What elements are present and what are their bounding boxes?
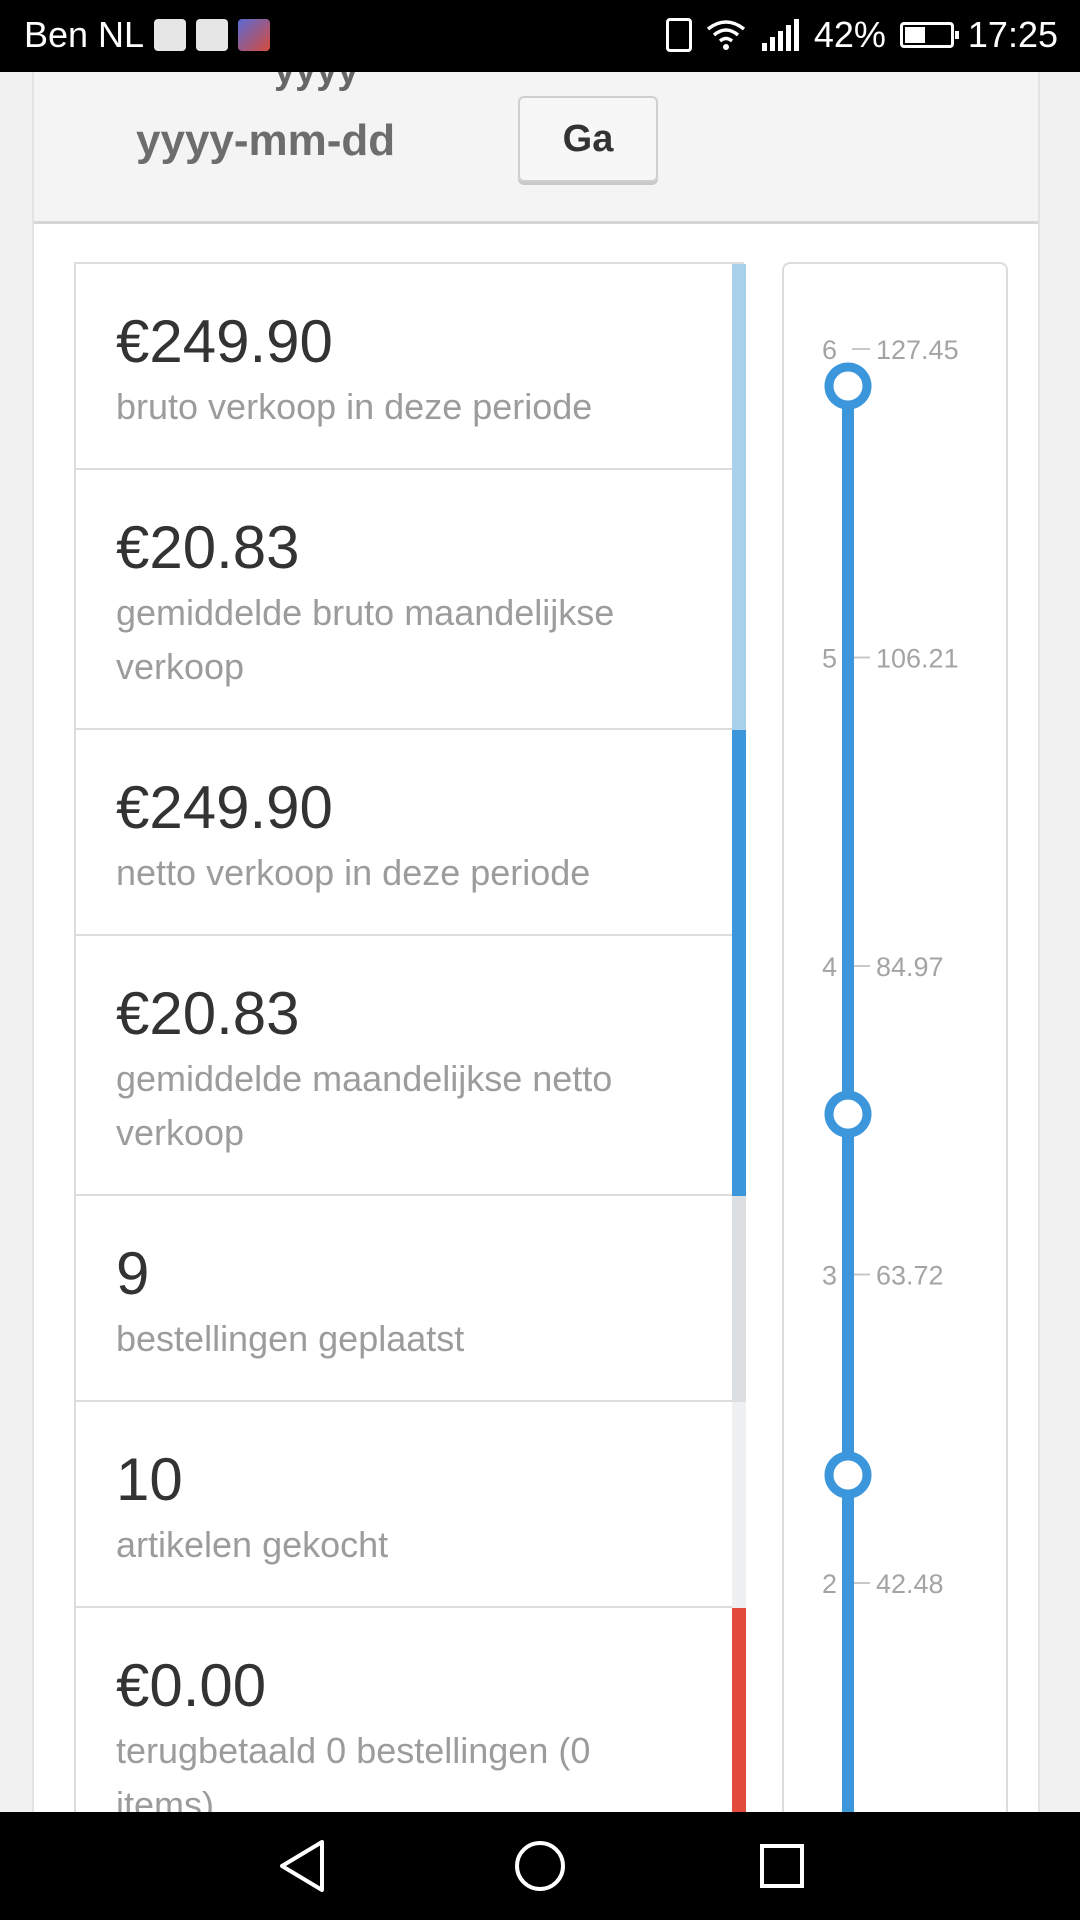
clock: 17:25 <box>967 14 1058 55</box>
right-tick-label: 42.48 <box>876 1569 944 1599</box>
stat-value: 9 <box>116 1240 150 1307</box>
navigation-bar <box>0 1812 1080 1920</box>
stat-label: bruto verkoop in deze periode <box>116 386 593 427</box>
data-point[interactable] <box>824 362 872 410</box>
stat-value: 10 <box>116 1446 183 1513</box>
signal-icon <box>760 19 800 51</box>
wifi-icon <box>706 20 745 50</box>
stat-item[interactable]: €20.83 gemiddelde bruto maandelijkse ver… <box>76 470 746 730</box>
right-tick-label: 127.45 <box>876 335 959 365</box>
stats-list: €249.90 bruto verkoop in deze periode €2… <box>74 262 746 1812</box>
stat-color-bar <box>732 1402 746 1608</box>
left-tick-label: 5 <box>822 644 837 674</box>
right-tick-label: 63.72 <box>876 1261 944 1291</box>
partial-date-label: yyyy <box>274 72 359 93</box>
app-icon <box>238 19 271 51</box>
battery-icon <box>899 22 959 48</box>
stat-item[interactable]: €249.90 netto verkoop in deze periode <box>76 730 746 936</box>
stat-item[interactable]: €249.90 bruto verkoop in deze periode <box>76 264 746 470</box>
stat-label: bestellingen geplaatst <box>116 1318 465 1359</box>
left-tick-label: 3 <box>822 1261 837 1291</box>
date-filter: yyyy yyyy-mm-dd Ga <box>34 72 1038 224</box>
right-tick-label: 84.97 <box>876 952 944 982</box>
stat-item[interactable]: €0.00 terugbetaald 0 bestellingen (0 ite… <box>76 1608 746 1812</box>
stat-label: terugbetaald 0 bestellingen (0 items) <box>116 1730 591 1812</box>
stat-color-bar <box>732 264 746 470</box>
left-tick-label: 6 <box>822 335 837 365</box>
stat-color-bar <box>732 730 746 936</box>
back-icon[interactable] <box>276 1838 328 1894</box>
stat-value: €249.90 <box>116 774 333 841</box>
stat-label: gemiddelde maandelijkse netto verkoop <box>116 1058 613 1153</box>
data-point[interactable] <box>824 1090 872 1138</box>
mail-icon <box>154 19 187 51</box>
stat-item[interactable]: €20.83 gemiddelde maandelijkse netto ver… <box>76 936 746 1196</box>
status-bar: Ben NL 42% 17:25 <box>0 0 1080 72</box>
stat-item[interactable]: 9 bestellingen geplaatst <box>76 1196 746 1402</box>
stat-value: €20.83 <box>116 980 300 1047</box>
stat-value: €249.90 <box>116 308 333 375</box>
report-page: yyyy yyyy-mm-dd Ga €249.90 bruto verkoop… <box>32 72 1040 1812</box>
right-tick-label: 106.21 <box>876 644 959 674</box>
left-tick-label: 2 <box>822 1569 837 1599</box>
status-right: 42% 17:25 <box>665 14 1058 56</box>
battery-percent: 42% <box>813 14 886 55</box>
end-date-input[interactable]: yyyy-mm-dd <box>136 116 395 166</box>
chart-svg: 6 127.45 5 106.21 4 84.97 3 63.72 2 42.48 <box>822 335 959 1812</box>
stat-value: €20.83 <box>116 514 300 581</box>
go-button[interactable]: Ga <box>518 96 658 182</box>
stat-color-bar <box>732 936 746 1196</box>
data-point[interactable] <box>824 1451 872 1499</box>
maps-icon <box>196 19 229 51</box>
vibrate-icon <box>665 18 692 52</box>
stat-label: artikelen gekocht <box>116 1524 389 1565</box>
carrier-name: Ben NL <box>24 14 145 55</box>
stat-item[interactable]: 10 artikelen gekocht <box>76 1402 746 1608</box>
stat-value: €0.00 <box>116 1652 267 1719</box>
status-left: Ben NL <box>24 14 271 56</box>
stat-color-bar <box>732 1608 746 1812</box>
stat-label: netto verkoop in deze periode <box>116 852 591 893</box>
stat-label: gemiddelde bruto maandelijkse verkoop <box>116 592 615 687</box>
stat-color-bar <box>732 1196 746 1402</box>
recents-icon[interactable] <box>756 1838 808 1894</box>
stat-color-bar <box>732 470 746 730</box>
sales-chart: 6 127.45 5 106.21 4 84.97 3 63.72 2 42.48 <box>782 262 1008 1812</box>
left-tick-label: 4 <box>822 952 837 982</box>
home-icon[interactable] <box>514 1838 566 1894</box>
